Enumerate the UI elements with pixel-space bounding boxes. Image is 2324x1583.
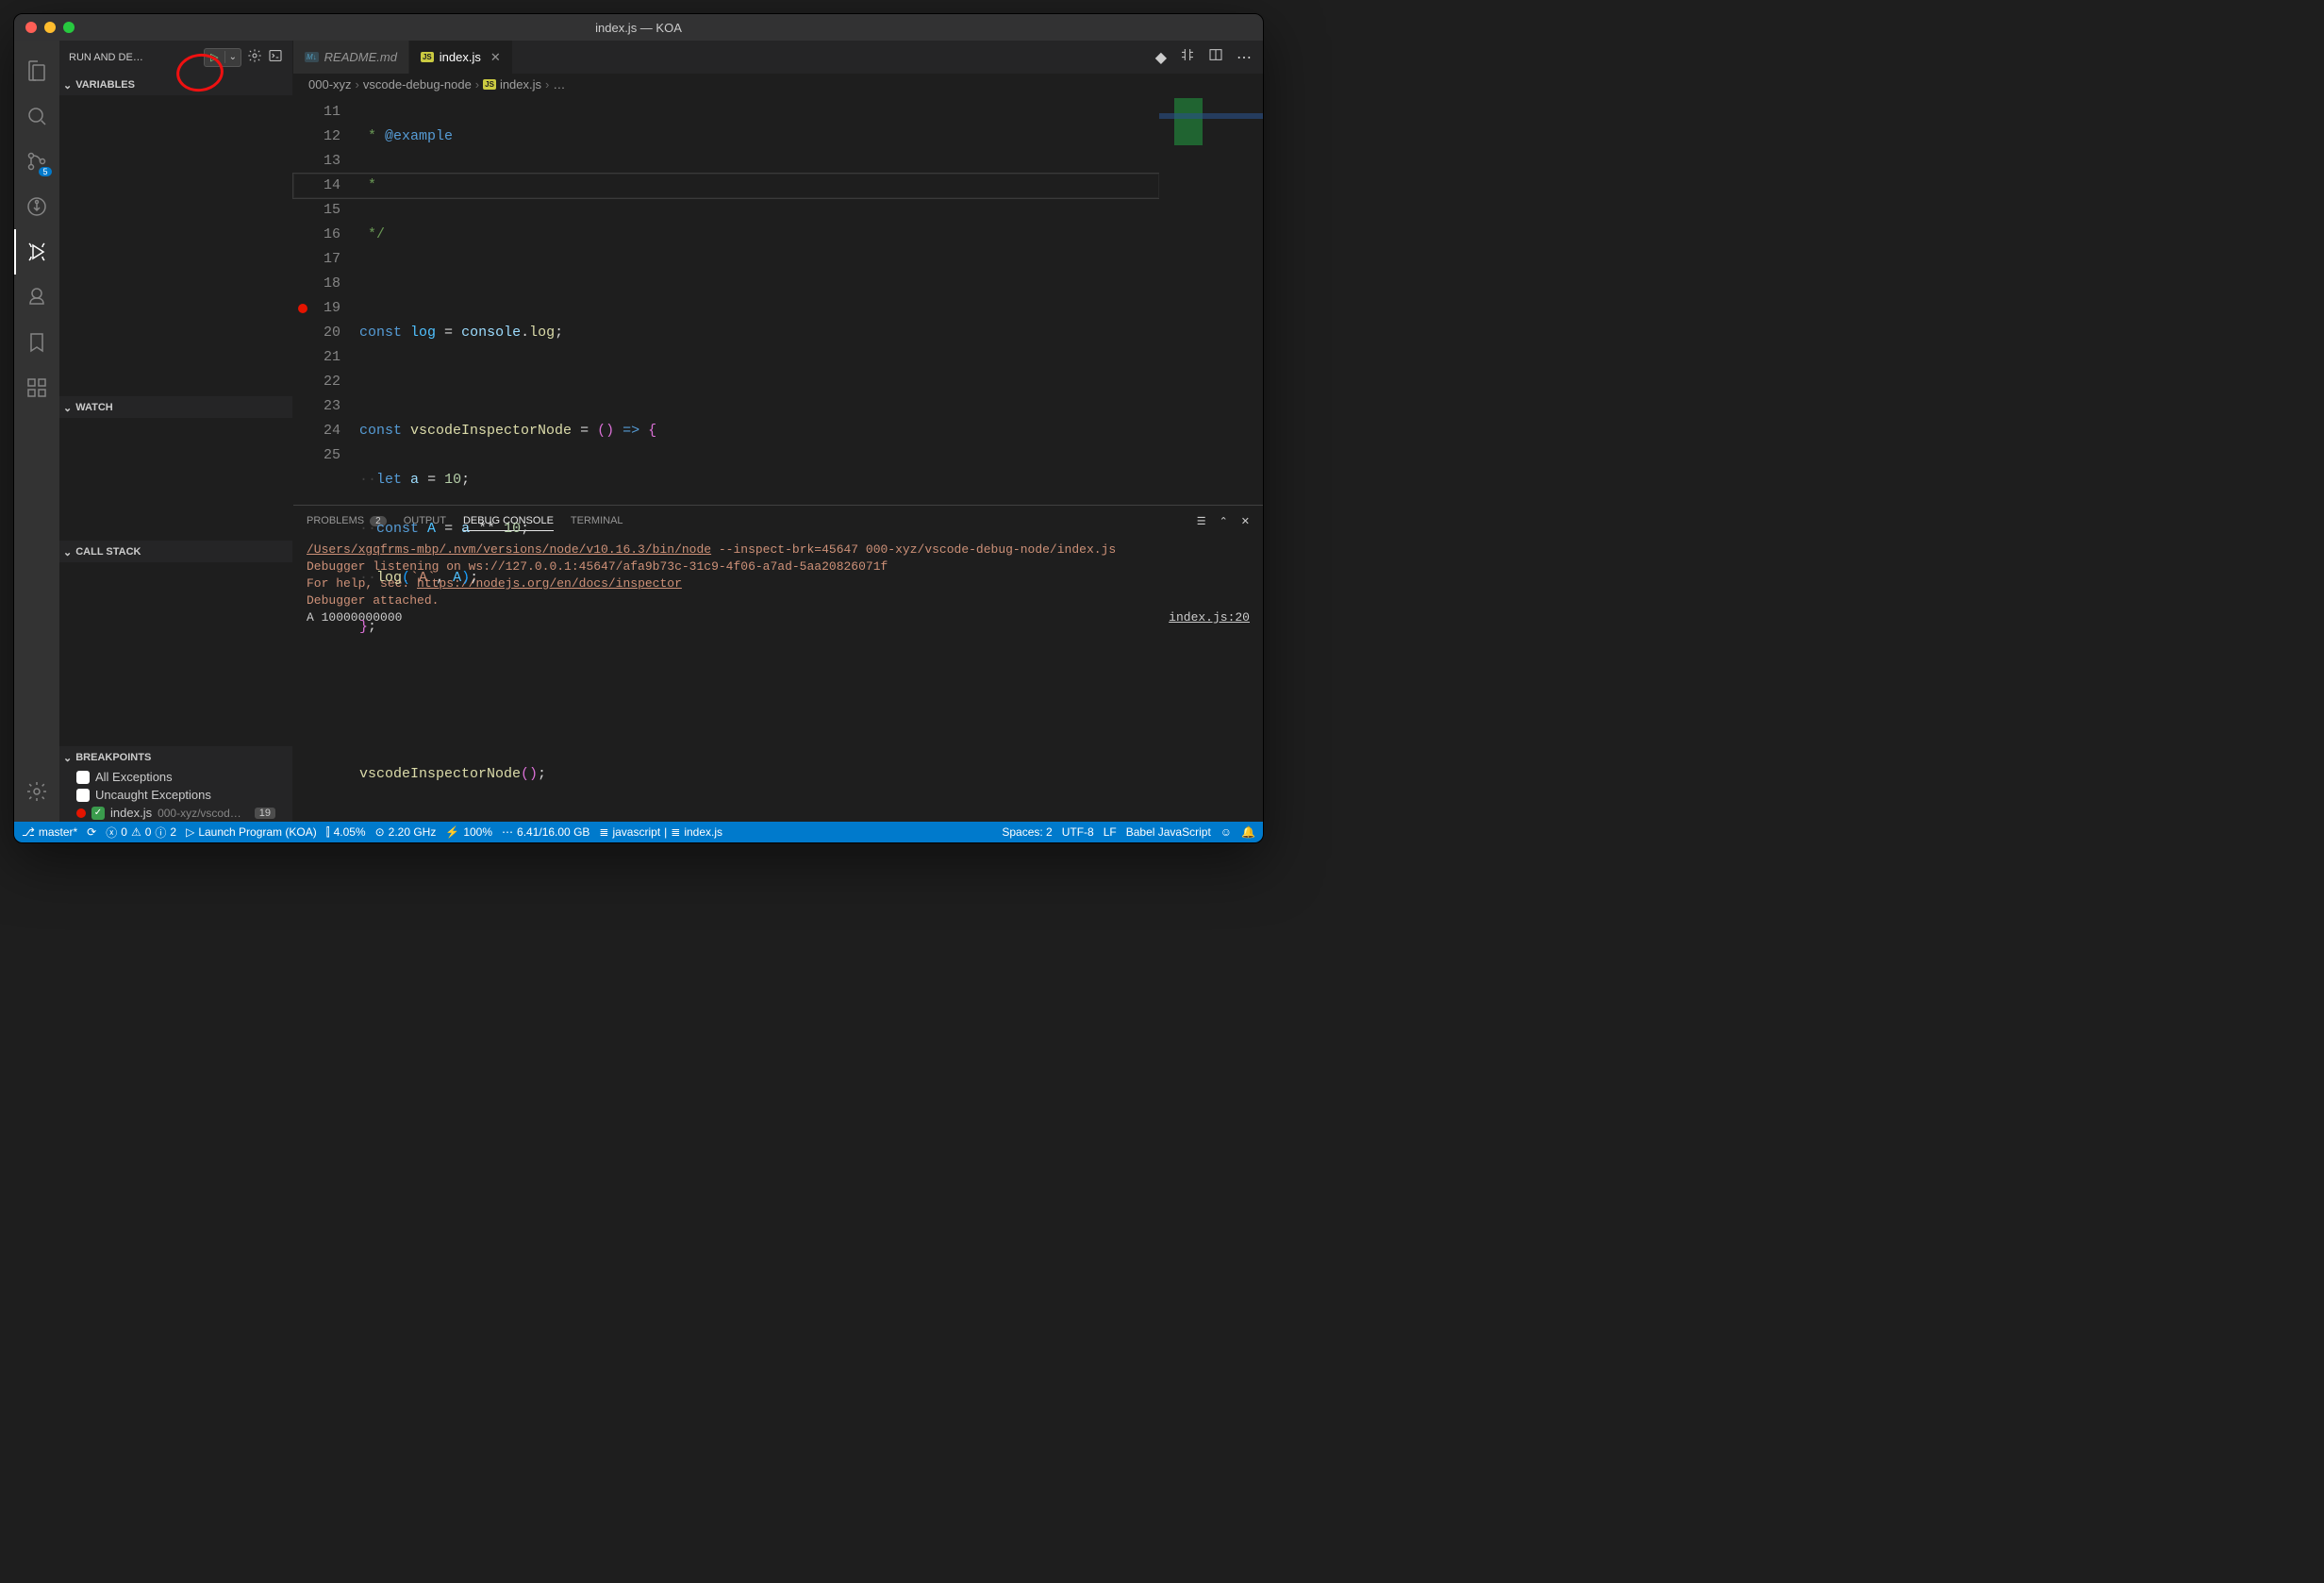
bookmark-icon[interactable] [14,320,59,365]
markdown-icon: M↓ [305,52,319,62]
status-sync[interactable]: ⟳ [87,825,96,839]
sync-icon: ⟳ [87,825,96,839]
breadcrumb[interactable]: 000-xyz › vscode-debug-node › JS index.j… [293,74,1263,94]
status-launch[interactable]: ▷Launch Program (KOA) [186,825,317,839]
database-icon[interactable]: ◆ [1155,48,1167,67]
info-icon: ⓘ [155,825,166,841]
git-graph-icon[interactable] [14,184,59,229]
git-lens-icon[interactable] [14,275,59,320]
chevron-down-icon: ⌄ [63,79,72,92]
activity-bar: 5 [14,41,59,822]
collapse-icon[interactable]: ⌃ [1220,515,1228,527]
window-close-button[interactable] [25,22,37,33]
watch-header[interactable]: ⌄ WATCH [59,397,292,418]
chevron-down-icon: ⌄ [225,52,241,62]
debug-sidebar: RUN AND DE… ▷ ⌄ ⌄ VARIABLES [59,41,293,822]
more-icon[interactable]: ⋯ [1237,48,1252,67]
js-icon: JS [483,79,496,90]
debug-settings-gear-icon[interactable] [247,48,262,66]
search-icon[interactable] [14,93,59,139]
filter-icon[interactable]: ☰ [1197,515,1206,527]
breakpoint-dot-icon[interactable] [298,304,307,313]
debug-console-toggle-icon[interactable] [268,48,283,66]
variables-header[interactable]: ⌄ VARIABLES [59,75,292,95]
callstack-section: ⌄ CALL STACK [59,541,292,746]
checkbox-checked-icon[interactable]: ✓ [91,807,105,820]
status-bell-icon[interactable]: 🔔 [1241,825,1255,839]
window-maximize-button[interactable] [63,22,75,33]
start-debugging-button[interactable]: ▷ ⌄ [204,48,241,67]
close-icon[interactable]: ✕ [490,50,501,65]
split-editor-icon[interactable] [1208,47,1223,67]
breakpoint-all-exceptions[interactable]: All Exceptions [59,768,292,786]
titlebar: index.js — KOA [14,14,1263,41]
checkbox-icon[interactable] [76,771,90,784]
play-icon: ▷ [186,825,194,839]
sidebar-title: RUN AND DE… [69,52,198,63]
watch-section: ⌄ WATCH [59,396,292,541]
code-content[interactable]: * @example * */ const log = console.log;… [359,94,1159,505]
breakpoint-uncaught-exceptions[interactable]: Uncaught Exceptions [59,786,292,804]
extensions-icon[interactable] [14,365,59,410]
status-feedback-icon[interactable]: ☺ [1220,825,1232,839]
console-source-link[interactable]: index.js:20 [1169,609,1250,626]
code-editor[interactable]: 11 12 13 14 15 16 17 18 19 20 21 22 23 2… [293,94,1263,505]
close-panel-icon[interactable]: ✕ [1241,515,1250,527]
chevron-down-icon: ⌄ [63,546,72,558]
status-problems[interactable]: ⓧ0 ⚠0 ⓘ2 [106,825,176,841]
tab-readme[interactable]: M↓ README.md [293,41,409,74]
line-gutter: 11 12 13 14 15 16 17 18 19 20 21 22 23 2… [293,94,359,505]
editor-tabs: M↓ README.md JS index.js ✕ ◆ ⋯ [293,41,1263,74]
run-debug-icon[interactable] [14,229,59,275]
chevron-down-icon: ⌄ [63,402,72,414]
editor-area: M↓ README.md JS index.js ✕ ◆ ⋯ 000-xyz › [293,41,1263,822]
js-icon: JS [421,52,434,62]
play-icon: ▷ [205,51,224,63]
error-icon: ⓧ [106,825,117,841]
variables-section: ⌄ VARIABLES [59,74,292,396]
tab-index-js[interactable]: JS index.js ✕ [409,41,513,74]
settings-gear-icon[interactable] [14,769,59,814]
window-minimize-button[interactable] [44,22,56,33]
minimap[interactable] [1159,94,1263,505]
chevron-down-icon: ⌄ [63,752,72,764]
scm-badge: 5 [39,167,52,176]
branch-icon: ⎇ [22,825,35,839]
breakpoint-file[interactable]: ✓ index.js 000-xyz/vscod… 19 [59,804,292,822]
checkbox-icon[interactable] [76,789,90,802]
breakpoints-header[interactable]: ⌄ BREAKPOINTS [59,747,292,768]
status-branch[interactable]: ⎇master* [22,825,77,839]
source-control-icon[interactable]: 5 [14,139,59,184]
warning-icon: ⚠ [131,825,141,839]
compare-icon[interactable] [1180,47,1195,67]
window-title: index.js — KOA [595,21,682,35]
breakpoint-dot-icon [76,808,86,818]
breakpoints-section: ⌄ BREAKPOINTS All Exceptions Uncaught Ex… [59,746,292,822]
callstack-header[interactable]: ⌄ CALL STACK [59,542,292,562]
explorer-icon[interactable] [14,48,59,93]
pulse-icon: ⫿ [326,825,330,840]
